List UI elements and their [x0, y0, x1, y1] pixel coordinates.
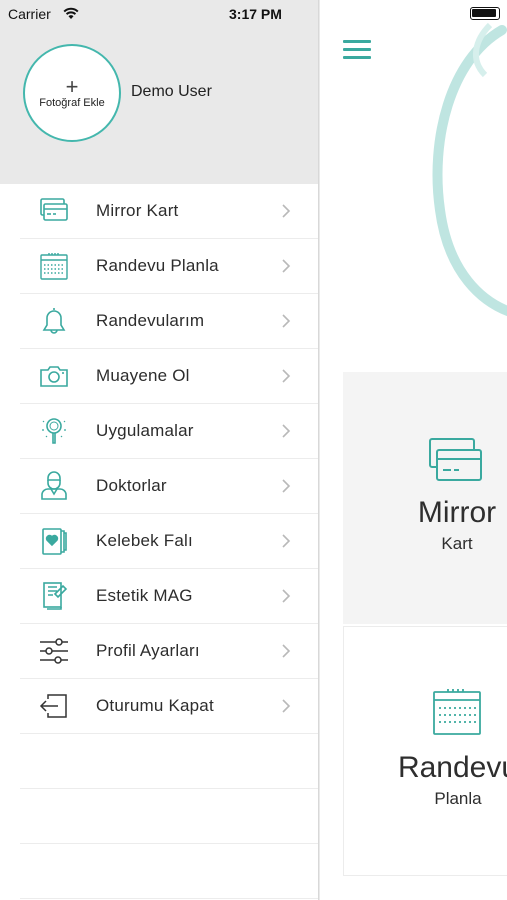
wifi-icon — [63, 7, 79, 19]
drawer-menu: Mirror Kart Randevu Planla Randevularım … — [20, 184, 318, 899]
main-screen: Mirror Kart Randevu Planla — [320, 0, 507, 900]
hamburger-menu-icon[interactable] — [343, 40, 371, 62]
chevron-right-icon — [282, 424, 291, 438]
add-photo-label: Fotoğraf Ekle — [39, 96, 105, 109]
menu-item-estetik-mag[interactable]: Estetik MAG — [20, 569, 318, 624]
side-drawer: Carrier 3:17 PM + Fotoğraf Ekle Demo Use… — [0, 0, 318, 900]
menu-item-doktorlar[interactable]: Doktorlar — [20, 459, 318, 514]
card-mirror-kart[interactable]: Mirror Kart — [343, 372, 507, 624]
menu-item-label: Profil Ayarları — [96, 641, 200, 660]
user-name: Demo User — [131, 83, 212, 100]
menu-item-label: Mirror Kart — [96, 201, 179, 220]
menu-item-label: Estetik MAG — [96, 586, 193, 605]
logout-icon — [37, 689, 71, 723]
menu-item-label: Uygulamalar — [96, 421, 194, 440]
status-time: 3:17 PM — [229, 6, 282, 22]
empty-row — [20, 789, 318, 844]
camera-icon — [37, 359, 71, 393]
chevron-right-icon — [282, 314, 291, 328]
menu-item-muayene-ol[interactable]: Muayene Ol — [20, 349, 318, 404]
menu-item-profil-ayarlari[interactable]: Profil Ayarları — [20, 624, 318, 679]
sliders-icon — [37, 634, 71, 668]
menu-item-label: Randevularım — [96, 311, 205, 330]
menu-item-kelebek-fali[interactable]: Kelebek Falı — [20, 514, 318, 569]
magnifier-icon — [37, 414, 71, 448]
menu-item-randevu-planla[interactable]: Randevu Planla — [20, 239, 318, 294]
chevron-right-icon — [282, 589, 291, 603]
menu-item-label: Randevu Planla — [96, 256, 219, 275]
menu-item-label: Muayene Ol — [96, 366, 190, 385]
chevron-right-icon — [282, 644, 291, 658]
drawer-edge-shadow — [318, 0, 320, 900]
carrier-label: Carrier — [8, 6, 51, 22]
chevron-right-icon — [282, 699, 291, 713]
menu-item-oturumu-kapat[interactable]: Oturumu Kapat — [20, 679, 318, 734]
chevron-right-icon — [282, 534, 291, 548]
menu-item-label: Kelebek Falı — [96, 531, 193, 550]
status-bar: Carrier 3:17 PM — [0, 0, 318, 28]
menu-item-randevularim[interactable]: Randevularım — [20, 294, 318, 349]
battery-icon — [470, 7, 500, 20]
add-photo-button[interactable]: + Fotoğraf Ekle — [23, 44, 121, 142]
bell-icon — [37, 304, 71, 338]
doctor-icon — [37, 469, 71, 503]
profile-header: Carrier 3:17 PM + Fotoğraf Ekle Demo Use… — [0, 0, 318, 184]
card-subtitle: Kart — [441, 534, 473, 553]
chevron-right-icon — [282, 259, 291, 273]
calendar-icon — [433, 689, 481, 735]
calendar-icon — [37, 249, 71, 283]
menu-item-label: Doktorlar — [96, 476, 167, 495]
empty-row — [20, 734, 318, 789]
empty-row — [20, 844, 318, 899]
chevron-right-icon — [282, 204, 291, 218]
logo-swirl-decoration — [432, 22, 507, 317]
menu-item-label: Oturumu Kapat — [96, 696, 214, 715]
card-title: Mirror — [417, 496, 497, 529]
heart-card-icon — [37, 524, 71, 558]
chevron-right-icon — [282, 369, 291, 383]
chevron-right-icon — [282, 479, 291, 493]
menu-item-mirror-kart[interactable]: Mirror Kart — [20, 184, 318, 239]
card-randevu-planla[interactable]: Randevu Planla — [343, 626, 507, 876]
card-title: Randevu — [397, 751, 507, 784]
magazine-icon — [37, 579, 71, 613]
plus-icon: + — [65, 73, 79, 99]
card-subtitle: Planla — [434, 789, 482, 808]
menu-item-uygulamalar[interactable]: Uygulamalar — [20, 404, 318, 459]
card-icon — [37, 194, 71, 228]
card-icon — [429, 438, 482, 481]
